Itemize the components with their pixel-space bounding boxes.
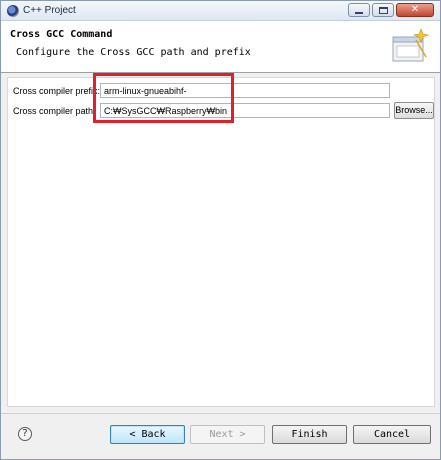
- app-icon: [7, 5, 19, 17]
- page-description: Configure the Cross GCC path and prefix: [16, 47, 251, 58]
- wizard-header: Cross GCC Command Configure the Cross GC…: [1, 21, 440, 73]
- maximize-icon: [378, 6, 388, 14]
- page-title: Cross GCC Command: [10, 29, 113, 40]
- title-bar[interactable]: C++ Project ✕: [1, 1, 440, 21]
- browse-button[interactable]: Browse...: [394, 102, 434, 119]
- maximize-button[interactable]: [372, 3, 394, 17]
- back-button[interactable]: < Back: [110, 425, 185, 444]
- cancel-button[interactable]: Cancel: [353, 425, 431, 444]
- path-label: Cross compiler path:: [13, 106, 96, 116]
- wizard-banner-icon: [392, 28, 430, 62]
- window-title: C++ Project: [23, 5, 76, 16]
- window-controls: ✕: [348, 3, 434, 17]
- minimize-icon: [355, 12, 363, 14]
- footer-separator: [1, 413, 440, 414]
- help-icon[interactable]: ?: [18, 427, 32, 441]
- close-button[interactable]: ✕: [396, 3, 434, 17]
- finish-button[interactable]: Finish: [272, 425, 347, 444]
- prefix-label: Cross compiler prefix:: [13, 86, 101, 96]
- minimize-button[interactable]: [348, 3, 370, 17]
- dialog-window: C++ Project ✕ Cross GCC Command Configur…: [0, 0, 441, 460]
- close-icon: ✕: [410, 4, 420, 15]
- highlight-annotation: [93, 73, 234, 123]
- next-button[interactable]: Next >: [190, 425, 265, 444]
- settings-form: Cross compiler prefix: Cross compiler pa…: [7, 77, 435, 407]
